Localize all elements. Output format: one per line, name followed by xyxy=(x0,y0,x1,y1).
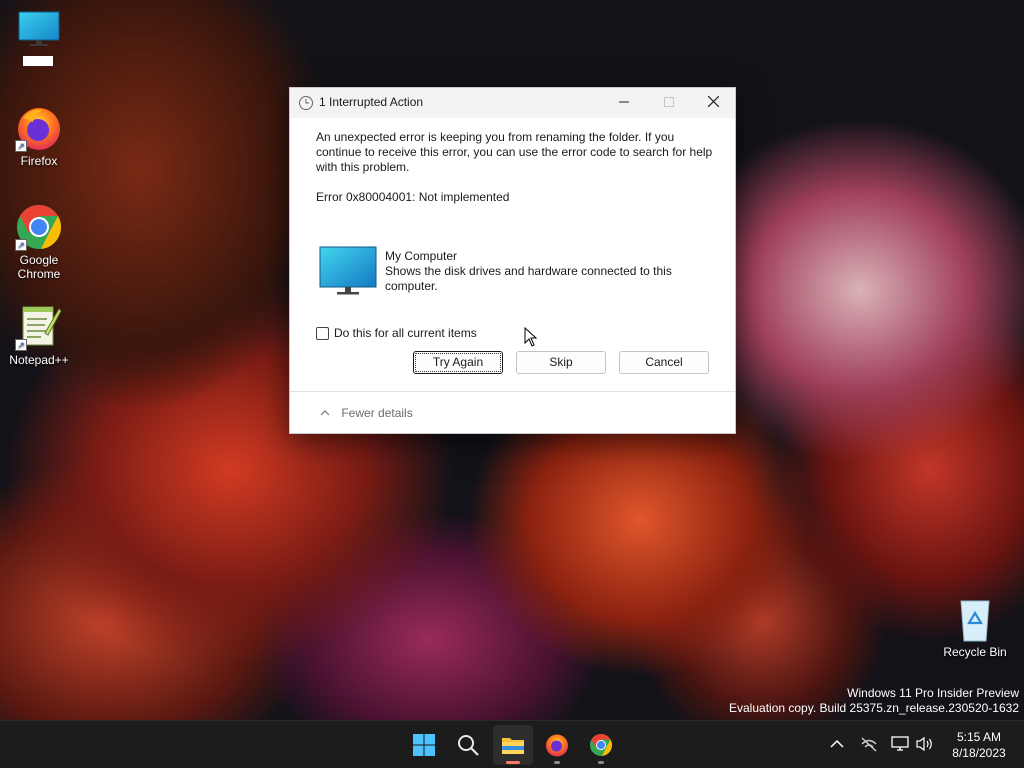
desktop-icon-firefox[interactable]: ↗ Firefox xyxy=(1,104,77,168)
interrupted-action-dialog: 1 Interrupted Action An unexpected error… xyxy=(289,87,736,434)
search-icon xyxy=(458,735,479,756)
search-button[interactable] xyxy=(448,725,488,765)
dialog-titlebar[interactable]: 1 Interrupted Action xyxy=(290,88,735,118)
taskbar: 5:15 AM 8/18/2023 xyxy=(0,720,1024,768)
desktop-icon-recycle-bin[interactable]: Recycle Bin xyxy=(937,597,1013,659)
desktop-icon-label: Firefox xyxy=(20,154,58,168)
shortcut-arrow-icon: ↗ xyxy=(15,339,27,351)
speaker-icon[interactable] xyxy=(916,736,934,752)
dialog-title: 1 Interrupted Action xyxy=(319,95,424,109)
desktop-icon-label: Recycle Bin xyxy=(943,645,1007,659)
minimize-button[interactable] xyxy=(601,88,646,118)
monitor-icon xyxy=(15,10,63,74)
try-again-button[interactable]: Try Again xyxy=(413,351,503,374)
running-indicator xyxy=(598,761,604,764)
minimize-icon xyxy=(618,101,629,103)
skip-button[interactable]: Skip xyxy=(516,351,606,374)
mouse-cursor-icon xyxy=(524,327,538,347)
firefox-icon xyxy=(546,734,568,757)
error-message: An unexpected error is keeping you from … xyxy=(316,130,713,174)
watermark-line1: Windows 11 Pro Insider Preview xyxy=(847,686,1019,700)
fewer-details-toggle[interactable]: Fewer details xyxy=(320,406,413,420)
cancel-button[interactable]: Cancel xyxy=(619,351,709,374)
running-indicator xyxy=(554,761,560,764)
network-off-icon[interactable] xyxy=(860,736,878,752)
recycle-bin-icon xyxy=(951,597,999,643)
error-code: Error 0x80004001: Not implemented xyxy=(316,190,510,204)
maximize-button[interactable] xyxy=(646,88,691,118)
watermark-line2: Evaluation copy. Build 25375.zn_release.… xyxy=(729,701,1019,715)
system-clock[interactable]: 5:15 AM 8/18/2023 xyxy=(944,729,1014,761)
desktop-icon-label: Notepad++ xyxy=(9,353,69,367)
evaluation-watermark: Windows 11 Pro Insider Preview Evaluatio… xyxy=(729,686,1019,716)
chevron-up-icon xyxy=(320,410,330,416)
clock-time: 5:15 AM xyxy=(956,730,1002,744)
firefox-icon: ↗ xyxy=(15,104,63,152)
clock-date: 8/18/2023 xyxy=(952,746,1006,760)
monitor-icon xyxy=(319,246,377,295)
divider xyxy=(290,391,735,392)
desktop-icon-chrome[interactable]: ↗ Google Chrome xyxy=(1,203,77,281)
maximize-icon xyxy=(663,97,674,107)
desktop-icon-label-line1: Google xyxy=(19,253,59,267)
display-icon[interactable] xyxy=(891,736,909,752)
fewer-details-label: Fewer details xyxy=(341,406,413,420)
shortcut-arrow-icon: ↗ xyxy=(15,140,27,152)
firefox-taskbar-button[interactable] xyxy=(537,725,577,765)
chevron-up-icon[interactable] xyxy=(830,739,844,749)
start-icon xyxy=(413,734,435,756)
chrome-icon xyxy=(590,734,613,756)
notepadpp-icon: ↗ xyxy=(15,303,63,351)
desktop-icon-this-pc[interactable] xyxy=(1,10,77,74)
shortcut-arrow-icon: ↗ xyxy=(15,239,27,251)
close-button[interactable] xyxy=(691,88,736,118)
close-icon xyxy=(707,95,720,108)
desktop-icon-notepadpp[interactable]: ↗ Notepad++ xyxy=(1,303,77,367)
chrome-taskbar-button[interactable] xyxy=(581,725,621,765)
apply-to-all-checkbox[interactable] xyxy=(316,327,329,340)
desktop-icon-label-line2: Chrome xyxy=(17,267,61,281)
running-indicator xyxy=(506,761,520,764)
file-explorer-button[interactable] xyxy=(493,725,533,765)
clock-icon xyxy=(299,96,313,110)
item-description: Shows the disk drives and hardware conne… xyxy=(385,264,672,293)
start-button[interactable] xyxy=(404,725,444,765)
apply-to-all-label[interactable]: Do this for all current items xyxy=(334,326,477,340)
chrome-icon: ↗ xyxy=(15,203,63,251)
file-explorer-icon xyxy=(502,738,524,754)
item-name: My Computer xyxy=(385,249,458,263)
